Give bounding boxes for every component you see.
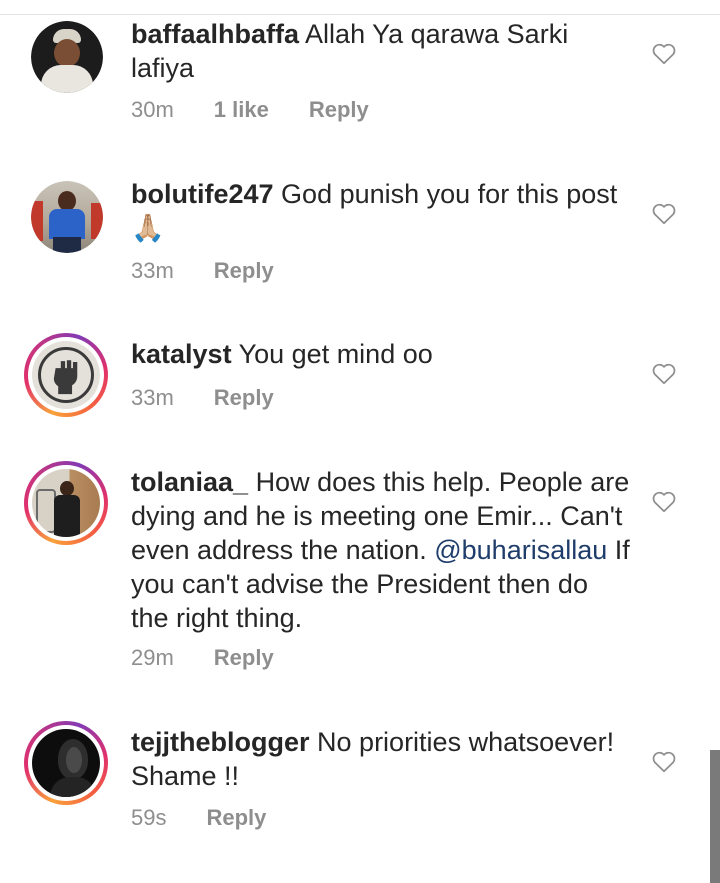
avatar-ring-gap [28, 725, 104, 801]
heart-outline-icon[interactable] [651, 201, 677, 225]
avatar[interactable] [31, 181, 103, 253]
avatar[interactable] [24, 461, 108, 545]
avatar-photo [32, 729, 100, 797]
comment-meta: 59s Reply [131, 805, 266, 831]
reply-button[interactable]: Reply [214, 385, 274, 411]
comment-meta: 29m Reply [131, 645, 274, 671]
heart-outline-icon[interactable] [651, 41, 677, 65]
comment-text: baffaalhbaffa Allah Ya qarawa Sarki lafi… [131, 17, 631, 85]
praying-hands-emoji: 🙏🏼 [131, 213, 165, 243]
heart-outline-icon[interactable] [651, 361, 677, 385]
avatar[interactable] [31, 21, 103, 93]
comment-meta: 33m Reply [131, 258, 274, 284]
avatar-photo [31, 181, 103, 253]
comment-text: katalyst You get mind oo [131, 337, 631, 371]
comment-username[interactable]: katalyst [131, 339, 232, 369]
reply-button[interactable]: Reply [214, 258, 274, 284]
avatar-photo [31, 21, 103, 93]
comment-body: God punish you for this post [281, 179, 618, 209]
scrollbar-thumb[interactable] [710, 750, 720, 883]
comment-text: tolaniaa_ How does this help. People are… [131, 465, 631, 635]
top-divider [0, 14, 720, 15]
reply-button[interactable]: Reply [206, 805, 266, 831]
comment-text: tejjtheblogger No priorities whatsoever!… [131, 725, 631, 793]
heart-outline-icon[interactable] [651, 489, 677, 513]
mention-link[interactable]: @buharisallau [434, 535, 607, 565]
comment-username[interactable]: bolutife247 [131, 179, 274, 209]
comment-meta: 30m 1 like Reply [131, 97, 369, 123]
avatar-photo [32, 469, 100, 537]
comment-text: bolutife247 God punish you for this post… [131, 177, 631, 245]
comment-meta: 33m Reply [131, 385, 274, 411]
comment-time: 33m [131, 385, 174, 410]
avatar-ring-gap [28, 465, 104, 541]
comment-time: 33m [131, 258, 174, 283]
avatar-ring-gap [28, 337, 104, 413]
comment-username[interactable]: tejjtheblogger [131, 727, 310, 757]
comment-username[interactable]: tolaniaa_ [131, 467, 248, 497]
comment-time: 29m [131, 645, 174, 670]
comment-body: You get mind oo [238, 339, 433, 369]
comment-like-count[interactable]: 1 like [214, 97, 269, 123]
comment-time: 59s [131, 805, 167, 830]
reply-button[interactable]: Reply [309, 97, 369, 123]
avatar[interactable] [24, 333, 108, 417]
raised-fist-icon [53, 360, 78, 395]
comment-time: 30m [131, 97, 174, 122]
heart-outline-icon[interactable] [651, 749, 677, 773]
comment-username[interactable]: baffaalhbaffa [131, 19, 299, 49]
reply-button[interactable]: Reply [214, 645, 274, 671]
avatar-photo [32, 341, 100, 409]
avatar[interactable] [24, 721, 108, 805]
